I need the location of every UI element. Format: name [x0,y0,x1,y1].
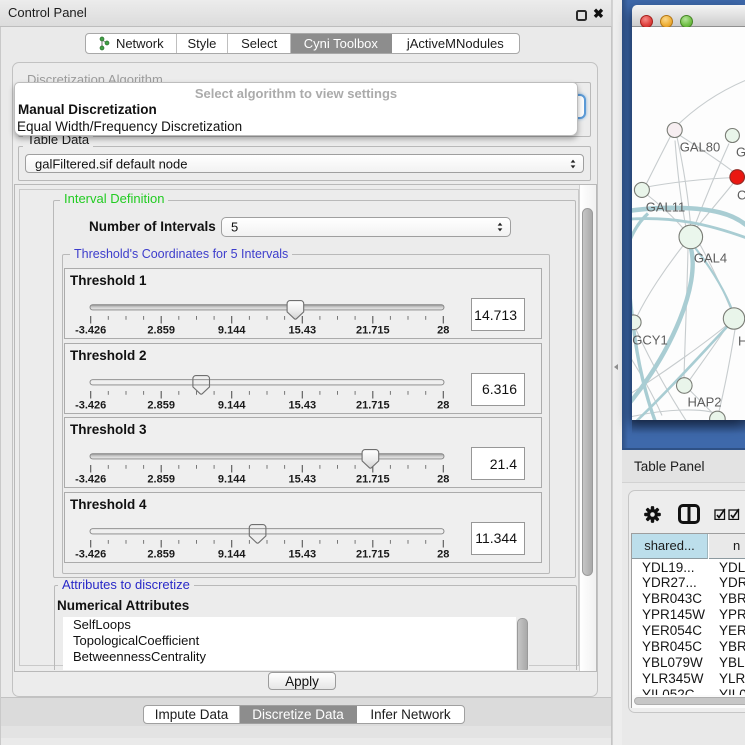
svg-text:GAL4: GAL4 [694,250,727,265]
svg-text:28: 28 [437,325,449,337]
svg-text:2.859: 2.859 [147,474,175,486]
svg-text:15.43: 15.43 [289,474,317,486]
svg-text:9.144: 9.144 [218,399,246,411]
svg-text:HAP2: HAP2 [688,394,722,409]
svg-text:9.144: 9.144 [218,548,246,560]
svg-text:C: C [737,187,745,202]
svg-text:15.43: 15.43 [289,399,317,411]
svg-text:2.859: 2.859 [147,548,175,560]
svg-text:GAL80: GAL80 [680,139,720,154]
svg-text:H: H [738,333,745,348]
svg-text:9.144: 9.144 [218,325,246,337]
svg-text:-3.426: -3.426 [75,325,106,337]
svg-text:28: 28 [437,399,449,411]
svg-text:21.715: 21.715 [356,399,390,411]
svg-text:-3.426: -3.426 [75,474,106,486]
svg-text:15.43: 15.43 [289,325,317,337]
svg-text:21.715: 21.715 [356,325,390,337]
svg-text:2.859: 2.859 [147,399,175,411]
svg-text:-3.426: -3.426 [75,399,106,411]
svg-text:28: 28 [437,474,449,486]
svg-text:GA: GA [736,144,745,159]
svg-text:9.144: 9.144 [218,474,246,486]
svg-text:-3.426: -3.426 [75,548,106,560]
svg-text:21.715: 21.715 [356,548,390,560]
svg-text:2.859: 2.859 [147,325,175,337]
svg-text:15.43: 15.43 [289,548,317,560]
svg-text:28: 28 [437,548,449,560]
svg-text:GCY1: GCY1 [632,332,667,347]
svg-text:21.715: 21.715 [356,474,390,486]
svg-text:GAL11: GAL11 [646,199,686,214]
